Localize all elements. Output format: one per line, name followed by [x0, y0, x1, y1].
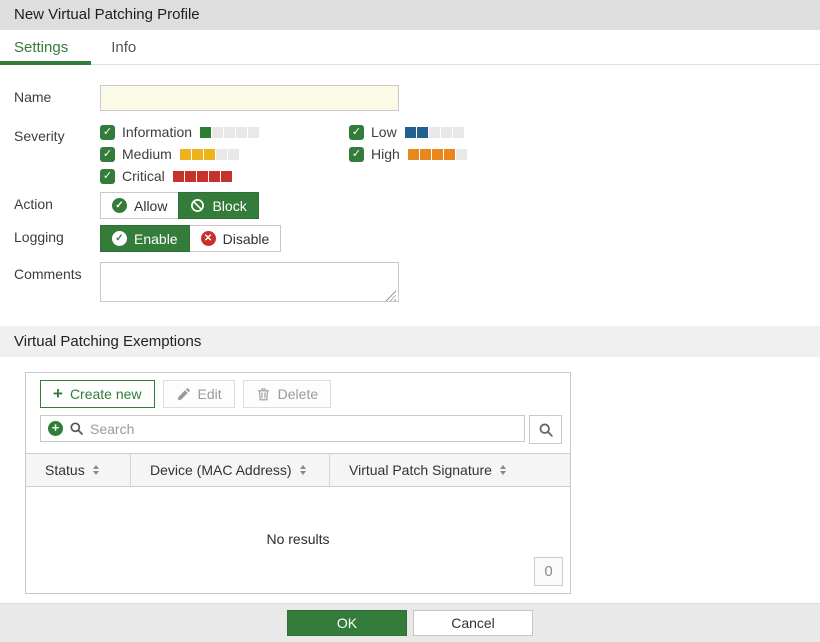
search-input[interactable]: [90, 421, 517, 437]
high-severity-bar: [408, 149, 467, 160]
low-checkbox[interactable]: [349, 125, 364, 140]
block-label: Block: [212, 198, 246, 214]
sort-icon: [93, 465, 99, 475]
low-severity-bar: [405, 127, 464, 138]
severity-option-low: Low: [349, 124, 467, 140]
block-icon: [190, 198, 205, 213]
severity-row: Severity Information Medium: [14, 124, 820, 184]
delete-label: Delete: [278, 386, 318, 402]
search-icon: [69, 421, 84, 436]
information-severity-bar: [200, 127, 259, 138]
edit-label: Edit: [198, 386, 222, 402]
logging-enable-button[interactable]: ✓ Enable: [100, 225, 190, 252]
action-block-button[interactable]: Block: [178, 192, 258, 219]
sort-icon: [500, 465, 506, 475]
create-new-button[interactable]: + Create new: [40, 380, 155, 408]
search-icon: [538, 422, 554, 438]
sort-icon: [300, 465, 306, 475]
medium-label: Medium: [122, 146, 172, 162]
severity-option-high: High: [349, 146, 467, 162]
severity-option-medium: Medium: [100, 146, 349, 162]
search-row: +: [40, 415, 562, 444]
name-label: Name: [14, 85, 100, 111]
logging-segmented-control: ✓ Enable ✕ Disable: [100, 225, 281, 252]
exemptions-section-header: Virtual Patching Exemptions: [0, 326, 820, 357]
x-circle-icon: ✕: [201, 231, 216, 246]
trash-icon: [256, 387, 271, 402]
high-label: High: [371, 146, 400, 162]
logging-row: Logging ✓ Enable ✕ Disable: [14, 225, 820, 252]
plus-icon: +: [53, 387, 63, 401]
check-circle-icon: ✓: [112, 198, 127, 213]
page-title: New Virtual Patching Profile: [0, 0, 820, 30]
signature-column-label: Virtual Patch Signature: [349, 462, 492, 478]
search-submit-button[interactable]: [529, 415, 562, 444]
device-column-label: Device (MAC Address): [150, 462, 292, 478]
low-label: Low: [371, 124, 397, 140]
critical-checkbox[interactable]: [100, 169, 115, 184]
name-input[interactable]: [100, 85, 399, 111]
empty-state-text: No results: [26, 531, 570, 547]
add-filter-icon[interactable]: +: [48, 421, 63, 436]
column-header-virtual-patch-signature[interactable]: Virtual Patch Signature: [330, 454, 570, 486]
medium-checkbox[interactable]: [100, 147, 115, 162]
table-body: No results 0: [26, 487, 570, 593]
check-circle-icon: ✓: [112, 231, 127, 246]
action-allow-button[interactable]: ✓ Allow: [100, 192, 179, 219]
enable-label: Enable: [134, 231, 178, 247]
severity-label: Severity: [14, 124, 100, 184]
dialog-footer: OK Cancel: [0, 603, 820, 642]
exemptions-toolbar: + Create new Edit Delete: [26, 373, 570, 414]
column-header-status[interactable]: Status: [26, 454, 131, 486]
pencil-icon: [176, 387, 191, 402]
settings-form: Name Severity Information Medium: [0, 65, 820, 307]
row-count-badge: 0: [534, 557, 563, 586]
information-label: Information: [122, 124, 192, 140]
critical-severity-bar: [173, 171, 232, 182]
create-new-label: Create new: [70, 386, 142, 402]
edit-button[interactable]: Edit: [163, 380, 235, 408]
tab-settings[interactable]: Settings: [14, 39, 68, 56]
logging-disable-button[interactable]: ✕ Disable: [189, 225, 282, 252]
allow-label: Allow: [134, 198, 167, 214]
comments-label: Comments: [14, 262, 100, 307]
ok-button[interactable]: OK: [287, 610, 407, 636]
new-virtual-patching-profile-dialog: New Virtual Patching Profile Settings In…: [0, 0, 820, 642]
tab-info[interactable]: Info: [111, 39, 136, 56]
active-tab-indicator: [0, 61, 91, 65]
severity-options: Information Medium Critical: [100, 124, 467, 184]
status-column-label: Status: [45, 462, 85, 478]
high-checkbox[interactable]: [349, 147, 364, 162]
critical-label: Critical: [122, 168, 165, 184]
search-box: +: [40, 415, 525, 442]
medium-severity-bar: [180, 149, 239, 160]
tab-bar: Settings Info: [0, 30, 820, 65]
cancel-button[interactable]: Cancel: [413, 610, 533, 636]
action-label: Action: [14, 192, 100, 219]
exemptions-table-container: + Create new Edit Delete +: [25, 372, 571, 594]
disable-label: Disable: [223, 231, 270, 247]
action-segmented-control: ✓ Allow Block: [100, 192, 259, 219]
severity-option-critical: Critical: [100, 168, 349, 184]
comments-row: Comments: [14, 262, 820, 307]
delete-button[interactable]: Delete: [243, 380, 331, 408]
table-header-row: Status Device (MAC Address) Virtual Patc…: [26, 453, 570, 487]
severity-option-information: Information: [100, 124, 349, 140]
information-checkbox[interactable]: [100, 125, 115, 140]
action-row: Action ✓ Allow Block: [14, 192, 820, 219]
comments-textarea[interactable]: [100, 262, 399, 302]
logging-label: Logging: [14, 225, 100, 252]
column-header-device-mac[interactable]: Device (MAC Address): [131, 454, 330, 486]
name-row: Name: [14, 85, 820, 111]
